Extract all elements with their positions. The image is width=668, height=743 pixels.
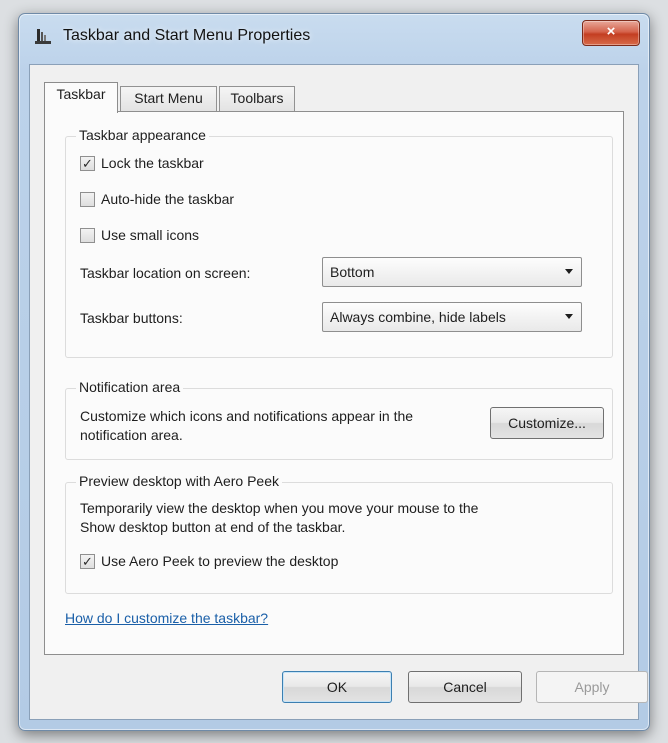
use-aero-peek-label: Use Aero Peek to preview the desktop xyxy=(101,553,339,569)
auto-hide-row[interactable]: Auto-hide the taskbar xyxy=(80,191,234,207)
dialog-window: Taskbar and Start Menu Properties × Task… xyxy=(18,13,650,731)
location-dropdown[interactable]: Bottom xyxy=(322,257,582,287)
close-button[interactable]: × xyxy=(582,20,640,46)
dropdown-arrow-icon xyxy=(565,314,573,319)
customize-button[interactable]: Customize... xyxy=(490,407,604,439)
notification-description: Customize which icons and notifications … xyxy=(80,407,413,445)
tab-taskbar[interactable]: Taskbar xyxy=(44,82,118,113)
notification-area-label: Notification area xyxy=(76,379,184,395)
window-title: Taskbar and Start Menu Properties xyxy=(63,27,311,44)
lock-taskbar-row[interactable]: ✓ Lock the taskbar xyxy=(80,155,204,171)
lock-taskbar-label: Lock the taskbar xyxy=(101,155,204,171)
buttons-label: Taskbar buttons: xyxy=(80,310,183,326)
buttons-value: Always combine, hide labels xyxy=(330,309,506,325)
lock-taskbar-checkbox[interactable]: ✓ xyxy=(80,155,95,171)
dialog-client-area: Taskbar Start Menu Toolbars Taskbar appe… xyxy=(29,64,648,720)
use-aero-peek-row[interactable]: ✓ Use Aero Peek to preview the desktop xyxy=(80,553,338,569)
notification-text-line1: Customize which icons and notifications … xyxy=(80,408,414,424)
dropdown-arrow-icon xyxy=(565,269,573,274)
location-value: Bottom xyxy=(330,264,375,280)
taskbar-tab-panel: Taskbar appearance ✓ Lock the taskbar Au… xyxy=(44,111,624,655)
notification-text-line2: notification area. xyxy=(80,427,183,443)
taskbar-appearance-group: Taskbar appearance ✓ Lock the taskbar Au… xyxy=(65,127,613,358)
notification-area-group: Notification area Customize which icons … xyxy=(65,379,613,460)
taskbar-buttons-dropdown[interactable]: Always combine, hide labels xyxy=(322,302,582,332)
aero-peek-label: Preview desktop with Aero Peek xyxy=(76,473,282,489)
aero-peek-group: Preview desktop with Aero Peek Temporari… xyxy=(65,473,613,594)
help-link[interactable]: How do I customize the taskbar? xyxy=(65,610,268,626)
location-label: Taskbar location on screen: xyxy=(80,265,251,281)
tab-toolbars[interactable]: Toolbars xyxy=(219,86,295,111)
cancel-button[interactable]: Cancel xyxy=(408,671,522,703)
aero-peek-description: Temporarily view the desktop when you mo… xyxy=(80,499,478,537)
title-bar[interactable]: Taskbar and Start Menu Properties × xyxy=(19,14,649,58)
ok-button[interactable]: OK xyxy=(282,671,392,703)
small-icons-checkbox[interactable] xyxy=(80,227,95,243)
aero-peek-text-line2: Show desktop button at end of the taskba… xyxy=(80,519,346,535)
auto-hide-label: Auto-hide the taskbar xyxy=(101,191,235,207)
small-icons-row[interactable]: Use small icons xyxy=(80,227,199,243)
auto-hide-checkbox[interactable] xyxy=(80,191,95,207)
use-aero-peek-checkbox[interactable]: ✓ xyxy=(80,553,95,569)
taskbar-app-icon xyxy=(35,29,51,44)
aero-peek-text-line1: Temporarily view the desktop when you mo… xyxy=(80,500,479,516)
apply-button[interactable]: Apply xyxy=(536,671,648,703)
small-icons-label: Use small icons xyxy=(101,227,200,243)
taskbar-appearance-label: Taskbar appearance xyxy=(76,127,209,143)
tab-start-menu[interactable]: Start Menu xyxy=(120,86,217,111)
